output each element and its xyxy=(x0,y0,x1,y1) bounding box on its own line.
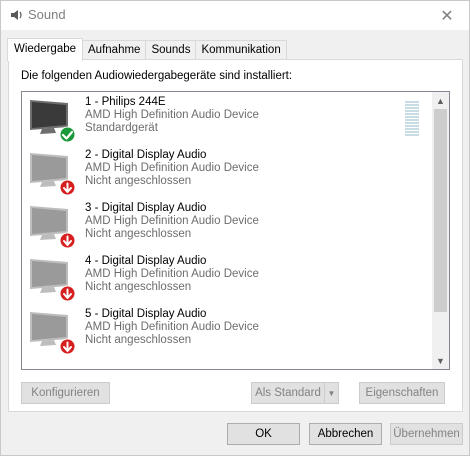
device-name: 1 - Philips 244E xyxy=(85,96,166,108)
device-text: 3 - Digital Display Audio AMD High Defini… xyxy=(85,202,259,241)
tab-bar: Wiedergabe Aufnahme Sounds Kommunikation xyxy=(7,38,287,61)
scroll-up-icon[interactable]: ▲ xyxy=(432,92,449,109)
tab-aufnahme[interactable]: Aufnahme xyxy=(82,40,147,60)
monitor-disconnected-icon xyxy=(30,153,76,196)
device-driver: AMD High Definition Audio Device xyxy=(85,321,259,333)
monitor-disconnected-icon xyxy=(30,259,76,302)
device-name: 3 - Digital Display Audio xyxy=(85,202,207,214)
apply-button[interactable]: Übernehmen xyxy=(390,423,463,445)
scrollbar-thumb[interactable] xyxy=(434,109,447,312)
sound-dialog: Sound ✕ Wiedergabe Aufnahme Sounds Kommu… xyxy=(0,0,470,456)
tab-panel: Die folgenden Audiowiedergabegeräte sind… xyxy=(8,59,463,412)
instruction-label: Die folgenden Audiowiedergabegeräte sind… xyxy=(21,70,293,82)
device-text: 4 - Digital Display Audio AMD High Defini… xyxy=(85,255,259,294)
device-driver: AMD High Definition Audio Device xyxy=(85,109,259,121)
device-row[interactable]: 5 - Digital Display Audio AMD High Defini… xyxy=(22,304,430,357)
title-bar[interactable]: Sound ✕ xyxy=(1,1,469,30)
device-status: Nicht angeschlossen xyxy=(85,334,192,346)
device-name: 5 - Digital Display Audio xyxy=(85,308,207,320)
device-status: Standardgerät xyxy=(85,122,158,134)
device-row[interactable]: 1 - Philips 244E AMD High Definition Audi… xyxy=(22,92,430,145)
device-driver: AMD High Definition Audio Device xyxy=(85,215,259,227)
cancel-button[interactable]: Abbrechen xyxy=(309,423,382,445)
device-status: Nicht angeschlossen xyxy=(85,281,192,293)
dropdown-arrow-icon[interactable]: ▼ xyxy=(324,383,338,403)
device-row[interactable]: 2 - Digital Display Audio AMD High Defini… xyxy=(22,145,430,198)
tab-kommunikation[interactable]: Kommunikation xyxy=(195,40,287,60)
device-status: Nicht angeschlossen xyxy=(85,228,192,240)
close-button[interactable]: ✕ xyxy=(425,1,469,30)
tab-wiedergabe[interactable]: Wiedergabe xyxy=(7,38,84,61)
properties-button[interactable]: Eigenschaften xyxy=(359,382,445,404)
device-text: 5 - Digital Display Audio AMD High Defini… xyxy=(85,308,259,347)
monitor-disconnected-icon xyxy=(30,206,76,249)
device-name: 2 - Digital Display Audio xyxy=(85,149,207,161)
monitor-default-icon xyxy=(30,100,76,143)
device-text: 1 - Philips 244E AMD High Definition Audi… xyxy=(85,96,259,135)
ok-button[interactable]: OK xyxy=(227,423,300,445)
scroll-down-icon[interactable]: ▼ xyxy=(432,352,449,369)
configure-button[interactable]: Konfigurieren xyxy=(21,382,110,404)
device-driver: AMD High Definition Audio Device xyxy=(85,162,259,174)
vertical-scrollbar[interactable]: ▲ ▼ xyxy=(432,92,449,369)
close-icon: ✕ xyxy=(440,7,454,25)
device-row[interactable]: 3 - Digital Display Audio AMD High Defini… xyxy=(22,198,430,251)
set-default-label: Als Standard xyxy=(255,387,321,399)
speaker-icon xyxy=(11,10,22,20)
volume-level-meter xyxy=(405,101,419,139)
device-text: 2 - Digital Display Audio AMD High Defini… xyxy=(85,149,259,188)
monitor-disconnected-icon xyxy=(30,312,76,355)
device-row[interactable]: 4 - Digital Display Audio AMD High Defini… xyxy=(22,251,430,304)
device-name: 4 - Digital Display Audio xyxy=(85,255,207,267)
tab-sounds[interactable]: Sounds xyxy=(145,40,197,60)
window-title: Sound xyxy=(28,7,66,22)
device-driver: AMD High Definition Audio Device xyxy=(85,268,259,280)
set-default-button[interactable]: Als Standard ▼ xyxy=(251,382,339,404)
device-status: Nicht angeschlossen xyxy=(85,175,192,187)
device-list[interactable]: 1 - Philips 244E AMD High Definition Audi… xyxy=(21,91,450,370)
